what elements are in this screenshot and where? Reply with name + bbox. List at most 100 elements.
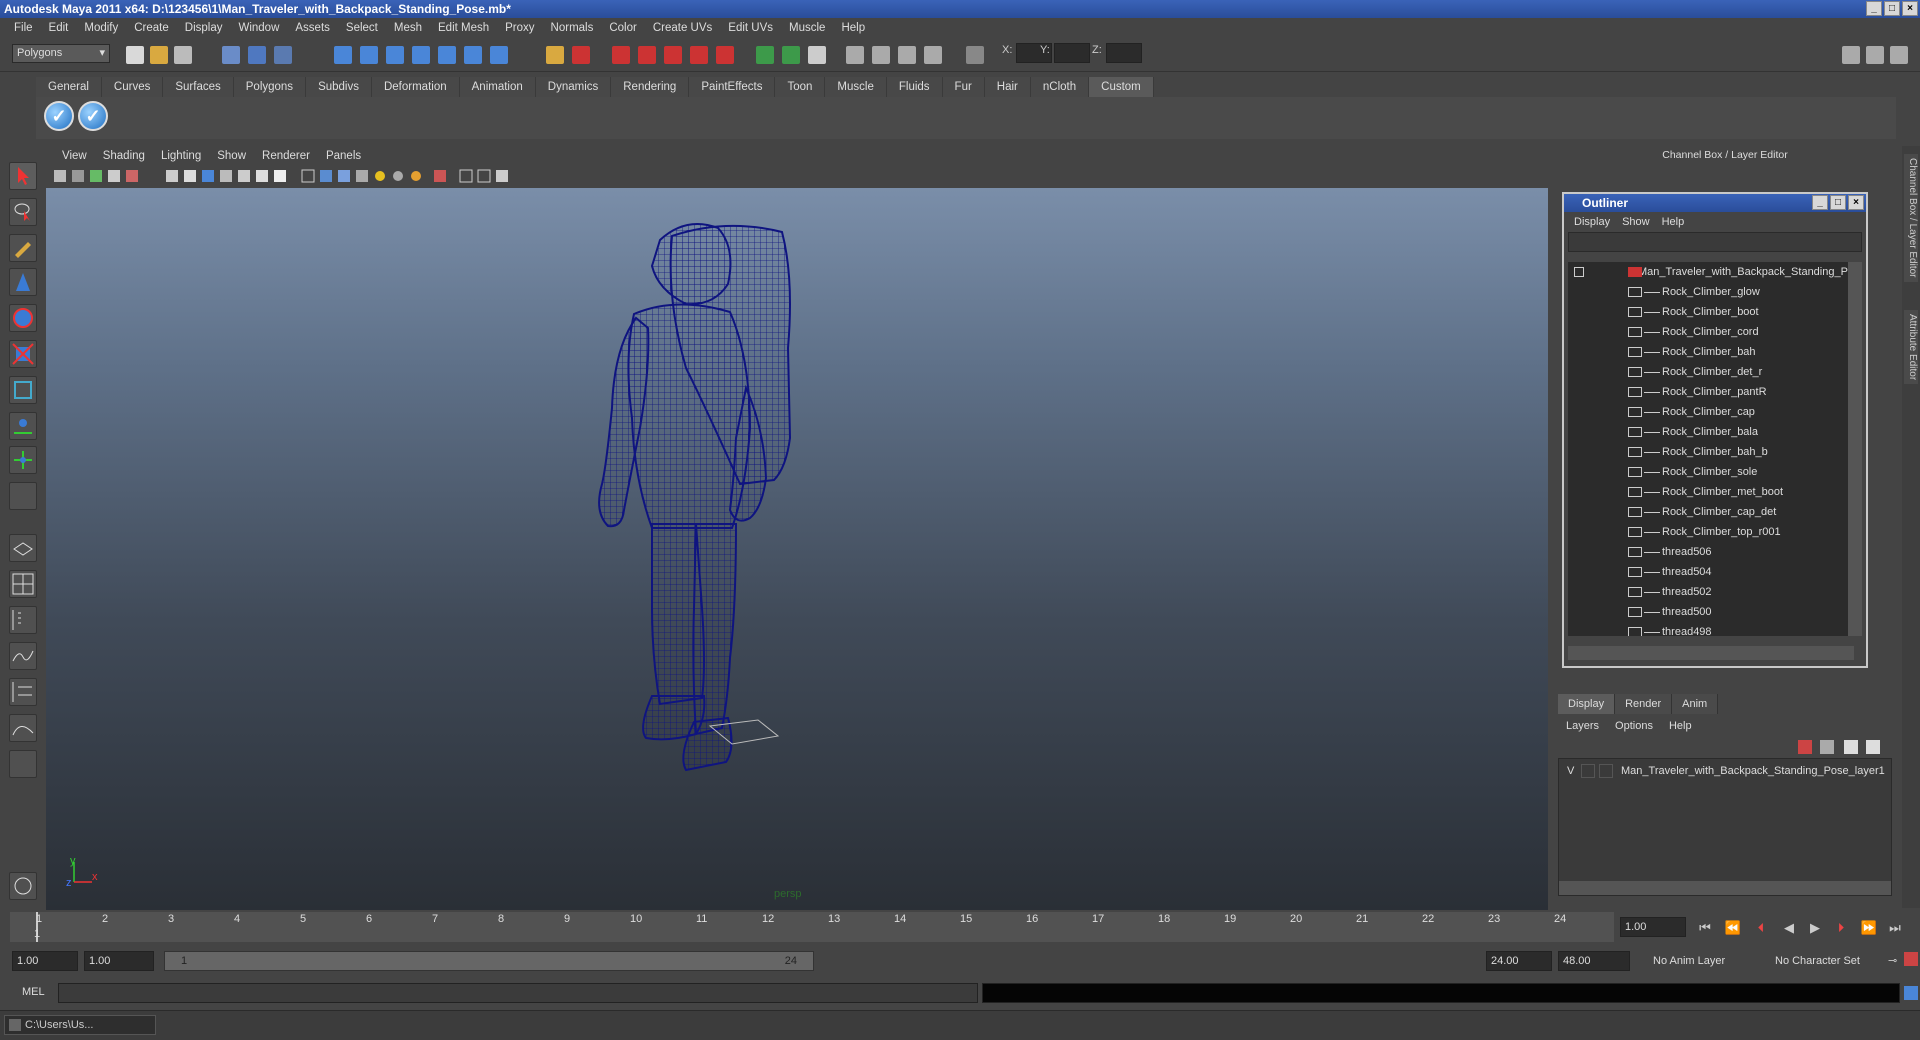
render-icon[interactable] (572, 46, 590, 64)
outliner-close-button[interactable]: × (1848, 195, 1864, 210)
image-plane-icon[interactable] (108, 170, 120, 182)
menu-select[interactable]: Select (338, 22, 386, 34)
outliner-item[interactable]: thread502 (1568, 582, 1854, 602)
grid-icon[interactable] (166, 170, 178, 182)
outliner-item[interactable]: Rock_Climber_det_r (1568, 362, 1854, 382)
character-set-dropdown[interactable]: No Character Set (1770, 951, 1882, 971)
animation-end-field[interactable]: 48.00 (1558, 951, 1630, 971)
shelf-tab-polygons[interactable]: Polygons (233, 77, 307, 97)
play-backward-icon[interactable]: ◀ (1780, 919, 1798, 937)
rotate-tool-icon[interactable] (9, 304, 37, 332)
select-tool-icon[interactable] (9, 162, 37, 190)
menu-proxy[interactable]: Proxy (497, 22, 542, 34)
layer-menu-layers[interactable]: Layers (1558, 716, 1607, 736)
shelf-tab-ncloth[interactable]: nCloth (1030, 77, 1090, 97)
outliner-vertical-scrollbar[interactable] (1848, 262, 1862, 636)
outliner-item[interactable]: Rock_Climber_pantR (1568, 382, 1854, 402)
hud-icon[interactable] (496, 170, 508, 182)
current-time-field[interactable]: 1.00 (1620, 917, 1686, 937)
make-live-icon[interactable] (438, 46, 456, 64)
outliner-menu-display[interactable]: Display (1568, 216, 1616, 228)
y-field[interactable] (1054, 43, 1090, 63)
ipr-icon[interactable] (716, 46, 734, 64)
outliner-filter-field[interactable] (1568, 232, 1862, 252)
menu-color[interactable]: Color (601, 22, 644, 34)
outliner-item[interactable]: Rock_Climber_bah (1568, 342, 1854, 362)
viewport-menu-show[interactable]: Show (209, 150, 254, 162)
lasso-tool-icon[interactable] (9, 198, 37, 226)
layer-menu-options[interactable]: Options (1607, 716, 1661, 736)
scale-tool-icon[interactable] (9, 340, 37, 368)
outliner-item[interactable]: thread498 (1568, 622, 1854, 636)
outliner-minimize-button[interactable]: _ (1812, 195, 1828, 210)
minimized-window-item[interactable]: C:\Users\Us... (4, 1015, 156, 1035)
shelf-tab-custom[interactable]: Custom (1089, 77, 1154, 97)
select-by-hierarchy-icon[interactable] (222, 46, 240, 64)
animation-preferences-icon[interactable] (1904, 952, 1918, 966)
last-tool-icon[interactable] (9, 482, 37, 510)
outliner-menu-show[interactable]: Show (1616, 216, 1656, 228)
outliner-horizontal-scrollbar[interactable] (1568, 646, 1854, 660)
select-by-component-icon[interactable] (274, 46, 292, 64)
play-forward-icon[interactable]: ▶ (1806, 919, 1824, 937)
viewport-menu-panels[interactable]: Panels (318, 150, 369, 162)
two-d-pan-icon[interactable] (126, 170, 138, 182)
open-scene-icon[interactable] (150, 46, 168, 64)
layer-color-swatch[interactable] (1599, 764, 1613, 778)
shelf-tab-hair[interactable]: Hair (984, 77, 1031, 97)
camera-icon[interactable] (54, 170, 66, 182)
script-editor-icon[interactable] (1904, 986, 1918, 1000)
gate-mask-icon[interactable] (220, 170, 232, 182)
default-light-icon[interactable] (375, 171, 385, 181)
perspective-viewport[interactable]: y x z persp (46, 188, 1548, 910)
new-layer-icon[interactable] (1798, 740, 1812, 754)
new-layer-selected-icon[interactable] (1820, 740, 1834, 754)
snap-plane-icon[interactable] (412, 46, 430, 64)
attribute-editor-icon[interactable] (846, 46, 864, 64)
resolution-gate-icon[interactable] (202, 170, 214, 182)
layer-tab-anim[interactable]: Anim (1672, 694, 1719, 714)
history-icon[interactable] (464, 46, 482, 64)
outliner-item[interactable]: thread500 (1568, 602, 1854, 622)
menu-edit-mesh[interactable]: Edit Mesh (430, 22, 497, 34)
show-channel-box-icon[interactable] (1890, 46, 1908, 64)
outliner-item[interactable]: Rock_Climber_glow (1568, 282, 1854, 302)
shelf-tab-deformation[interactable]: Deformation (371, 77, 460, 97)
xray-icon[interactable] (459, 169, 473, 183)
shelf-tab-muscle[interactable]: Muscle (825, 77, 887, 97)
show-hide-editor-icon[interactable] (808, 46, 826, 64)
render-view-icon[interactable] (690, 46, 708, 64)
minimize-button[interactable]: _ (1866, 1, 1882, 16)
command-language-label[interactable]: MEL (22, 986, 45, 998)
single-pane-layout-icon[interactable] (9, 534, 37, 562)
graph-persp-layout-icon[interactable] (9, 642, 37, 670)
menu-create[interactable]: Create (126, 22, 177, 34)
snap-curve-icon[interactable] (360, 46, 378, 64)
paint-select-tool-icon[interactable] (9, 234, 37, 262)
wireframe-icon[interactable] (301, 169, 315, 183)
checkmark-icon[interactable]: ✓ (78, 101, 108, 131)
show-attribute-editor-icon[interactable] (1842, 46, 1860, 64)
shelf-tab-toon[interactable]: Toon (775, 77, 826, 97)
command-input[interactable] (58, 983, 978, 1003)
film-gate-icon[interactable] (184, 170, 196, 182)
four-pane-layout-icon[interactable] (9, 570, 37, 598)
outliner-item[interactable]: Rock_Climber_boot (1568, 302, 1854, 322)
shelf-tab-rendering[interactable]: Rendering (611, 77, 690, 97)
hypershade-layout-icon[interactable] (9, 678, 37, 706)
render-settings-icon[interactable] (638, 46, 656, 64)
layer-tab-render[interactable]: Render (1615, 694, 1673, 714)
wireframe-on-shaded-icon[interactable] (338, 170, 350, 182)
camera-attributes-icon[interactable] (72, 170, 84, 182)
time-slider[interactable]: 1 1 2 3 4 5 6 7 8 9 10 11 12 13 14 15 16… (10, 912, 1614, 942)
z-field[interactable] (1106, 43, 1142, 63)
graph-layout-icon[interactable] (9, 714, 37, 742)
menu-edit-uvs[interactable]: Edit UVs (720, 22, 781, 34)
smooth-shade-icon[interactable] (320, 170, 332, 182)
layer-menu-help[interactable]: Help (1661, 716, 1700, 736)
outliner-persp-layout-icon[interactable] (9, 606, 37, 634)
shelf-tab-animation[interactable]: Animation (459, 77, 536, 97)
snap-grid-icon[interactable] (334, 46, 352, 64)
show-tool-settings-icon[interactable] (1866, 46, 1884, 64)
bookmark-icon[interactable] (90, 170, 102, 182)
